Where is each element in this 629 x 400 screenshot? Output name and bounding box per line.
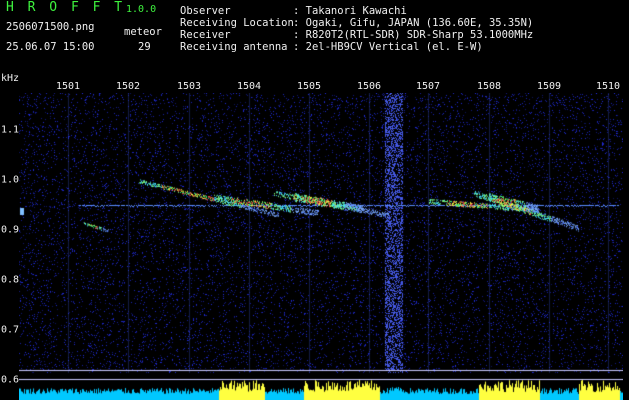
observer-label: Observer (180, 5, 231, 17)
spectrogram-plot (19, 93, 623, 400)
location-value: : Ogaki, Gifu, JAPAN (136.60E, 35.35N) (293, 17, 534, 29)
station-info-values: : Takanori Kawachi : Ogaki, Gifu, JAPAN … (293, 5, 533, 53)
meteor-label: meteor (124, 26, 162, 38)
x-tick-label: 1507 (415, 81, 441, 92)
app-version: 1.0.0 (126, 4, 157, 15)
x-tick-label: 1503 (176, 81, 202, 92)
file-name: 2506071500.png (6, 21, 95, 33)
observer-value: : Takanori Kawachi (293, 5, 407, 17)
x-tick-label: 1504 (236, 81, 262, 92)
station-info-labels: Observer Receiving Location Receiver Rec… (180, 5, 294, 53)
y-tick-label: 0.9 (1, 224, 20, 236)
antenna-label: Receiving antenna (180, 41, 288, 53)
y-unit-label: kHz (1, 73, 20, 84)
meteor-count: 29 (138, 41, 151, 53)
date-time: 25.06.07 15:00 (6, 41, 95, 53)
y-tick-label: 1.1 (1, 124, 20, 136)
y-tick-label: 0.8 (1, 274, 20, 286)
y-tick-label: 0.7 (1, 324, 20, 336)
location-label: Receiving Location (180, 17, 294, 29)
x-tick-label: 1508 (476, 81, 502, 92)
x-tick-label: 1501 (55, 81, 81, 92)
receiver-label: Receiver (180, 29, 231, 41)
y-tick-label: 1.0 (1, 174, 20, 186)
x-tick-label: 1502 (115, 81, 141, 92)
antenna-value: : 2el-HB9CV Vertical (el. E-W) (293, 41, 483, 53)
x-tick-label: 1505 (296, 81, 322, 92)
x-tick-label: 1510 (595, 81, 621, 92)
app-title: H R O F F T (6, 0, 126, 15)
receiver-value: : R820T2(RTL-SDR) SDR-Sharp 53.1000MHz (293, 29, 534, 41)
x-tick-label: 1506 (356, 81, 382, 92)
x-tick-label: 1509 (536, 81, 562, 92)
y-tick-label: 0.6 (1, 374, 20, 386)
